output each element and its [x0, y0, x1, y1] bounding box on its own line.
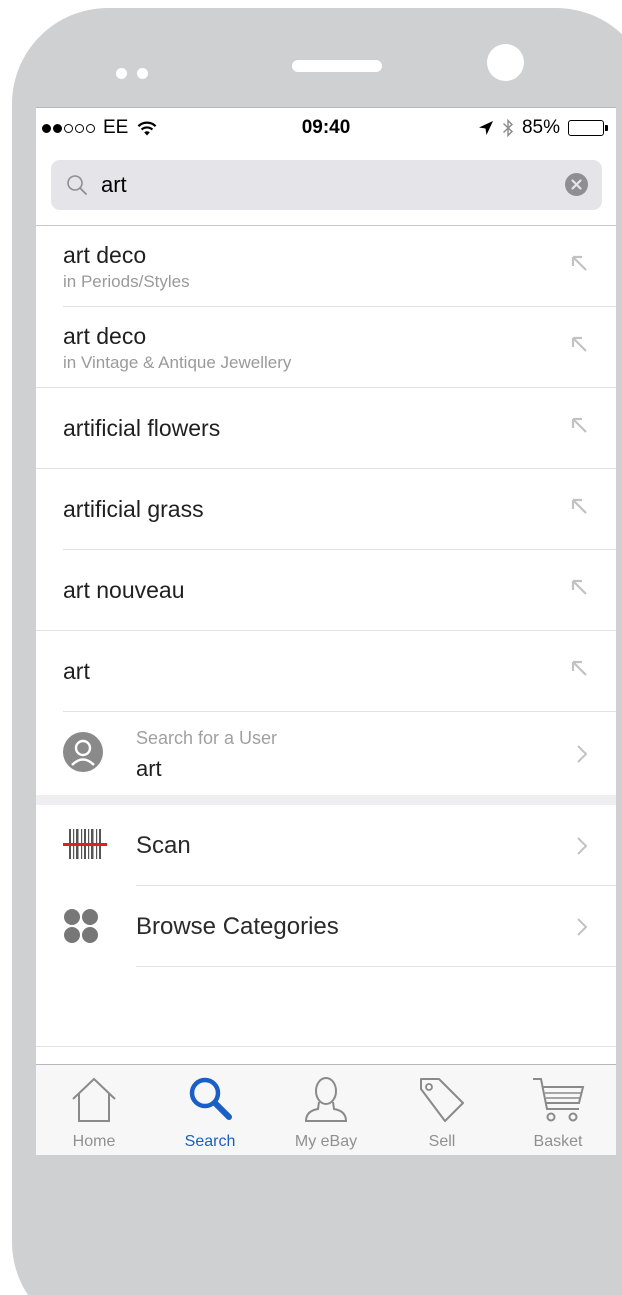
- tab-sell[interactable]: Sell: [384, 1065, 500, 1155]
- chevron-right-icon: [577, 745, 588, 763]
- section-divider: [36, 795, 616, 805]
- search-user-row[interactable]: Search for a User art: [36, 712, 616, 795]
- suggestion-title: artificial grass: [63, 496, 204, 522]
- suggestion-list: art deco in Periods/Styles art deco in V…: [36, 226, 616, 967]
- search-header: [36, 148, 616, 226]
- search-icon: [189, 1077, 232, 1120]
- suggestion-item[interactable]: artificial flowers: [36, 388, 616, 469]
- search-icon: [67, 175, 87, 195]
- barcode-scan-icon: [63, 829, 107, 859]
- suggestion-category: in Vintage & Antique Jewellery: [63, 353, 292, 372]
- suggestion-item[interactable]: art nouveau: [36, 550, 616, 631]
- fill-query-arrow-icon[interactable]: [570, 497, 588, 515]
- tab-label: My eBay: [294, 1133, 358, 1150]
- clear-search-button[interactable]: [565, 173, 588, 196]
- search-input[interactable]: [101, 169, 541, 201]
- status-bar: EE 09:40 85%: [36, 108, 616, 148]
- suggestion-title: art: [63, 658, 90, 684]
- user-icon: [304, 1077, 348, 1122]
- home-icon: [72, 1077, 116, 1122]
- tab-label: Search: [184, 1133, 236, 1150]
- suggestion-title: art deco: [63, 242, 147, 268]
- chevron-right-icon: [577, 837, 588, 855]
- suggestion-item[interactable]: art: [36, 631, 616, 712]
- suggestion-item[interactable]: artificial grass: [36, 469, 616, 550]
- search-bar[interactable]: [51, 160, 602, 210]
- browse-categories-label: Browse Categories: [136, 913, 339, 940]
- battery-percent: 85%: [521, 117, 560, 138]
- sensor-dots: [116, 66, 158, 84]
- suggestion-category: in Periods/Styles: [63, 272, 190, 291]
- suggestion-title: art nouveau: [63, 577, 185, 603]
- front-camera: [487, 44, 524, 81]
- tab-basket[interactable]: Basket: [500, 1065, 616, 1155]
- search-user-label: Search for a User: [136, 728, 278, 748]
- tag-icon: [420, 1078, 464, 1122]
- tab-label: Basket: [533, 1133, 583, 1150]
- tab-search[interactable]: Search: [152, 1065, 268, 1155]
- user-avatar-icon: [63, 732, 103, 772]
- scan-label: Scan: [136, 832, 191, 859]
- tab-label: Sell: [428, 1133, 456, 1150]
- close-icon: [571, 179, 582, 190]
- basket-icon: [533, 1078, 585, 1122]
- location-arrow-icon: [478, 121, 493, 135]
- tab-bar: Home Search My eBay Sell Basket: [36, 1064, 616, 1155]
- fill-query-arrow-icon[interactable]: [570, 578, 588, 596]
- bluetooth-icon: [502, 118, 513, 138]
- app-screen: EE 09:40 85% art art deco in Periods/Sty…: [36, 107, 616, 1155]
- tab-my-ebay[interactable]: My eBay: [268, 1065, 384, 1155]
- suggestion-title: art deco: [63, 323, 147, 349]
- suggestion-item[interactable]: art deco in Periods/Styles: [36, 226, 616, 307]
- browse-categories-row[interactable]: Browse Categories: [36, 886, 616, 967]
- suggestion-item[interactable]: art deco in Vintage & Antique Jewellery: [36, 307, 616, 388]
- fill-query-arrow-icon[interactable]: [570, 659, 588, 677]
- chevron-right-icon: [577, 918, 588, 936]
- battery-icon: [568, 120, 608, 136]
- suggestion-title: artificial flowers: [63, 415, 221, 441]
- fill-query-arrow-icon[interactable]: [570, 335, 588, 353]
- tab-label: Home: [72, 1133, 116, 1150]
- scan-row[interactable]: Scan: [36, 805, 616, 886]
- search-user-query: art: [136, 756, 162, 781]
- list-end-divider: [36, 1046, 616, 1047]
- categories-grid-icon: [64, 909, 98, 943]
- earpiece-speaker: [292, 60, 382, 72]
- fill-query-arrow-icon[interactable]: [570, 416, 588, 434]
- tab-home[interactable]: Home: [36, 1065, 152, 1155]
- fill-query-arrow-icon[interactable]: [570, 254, 588, 272]
